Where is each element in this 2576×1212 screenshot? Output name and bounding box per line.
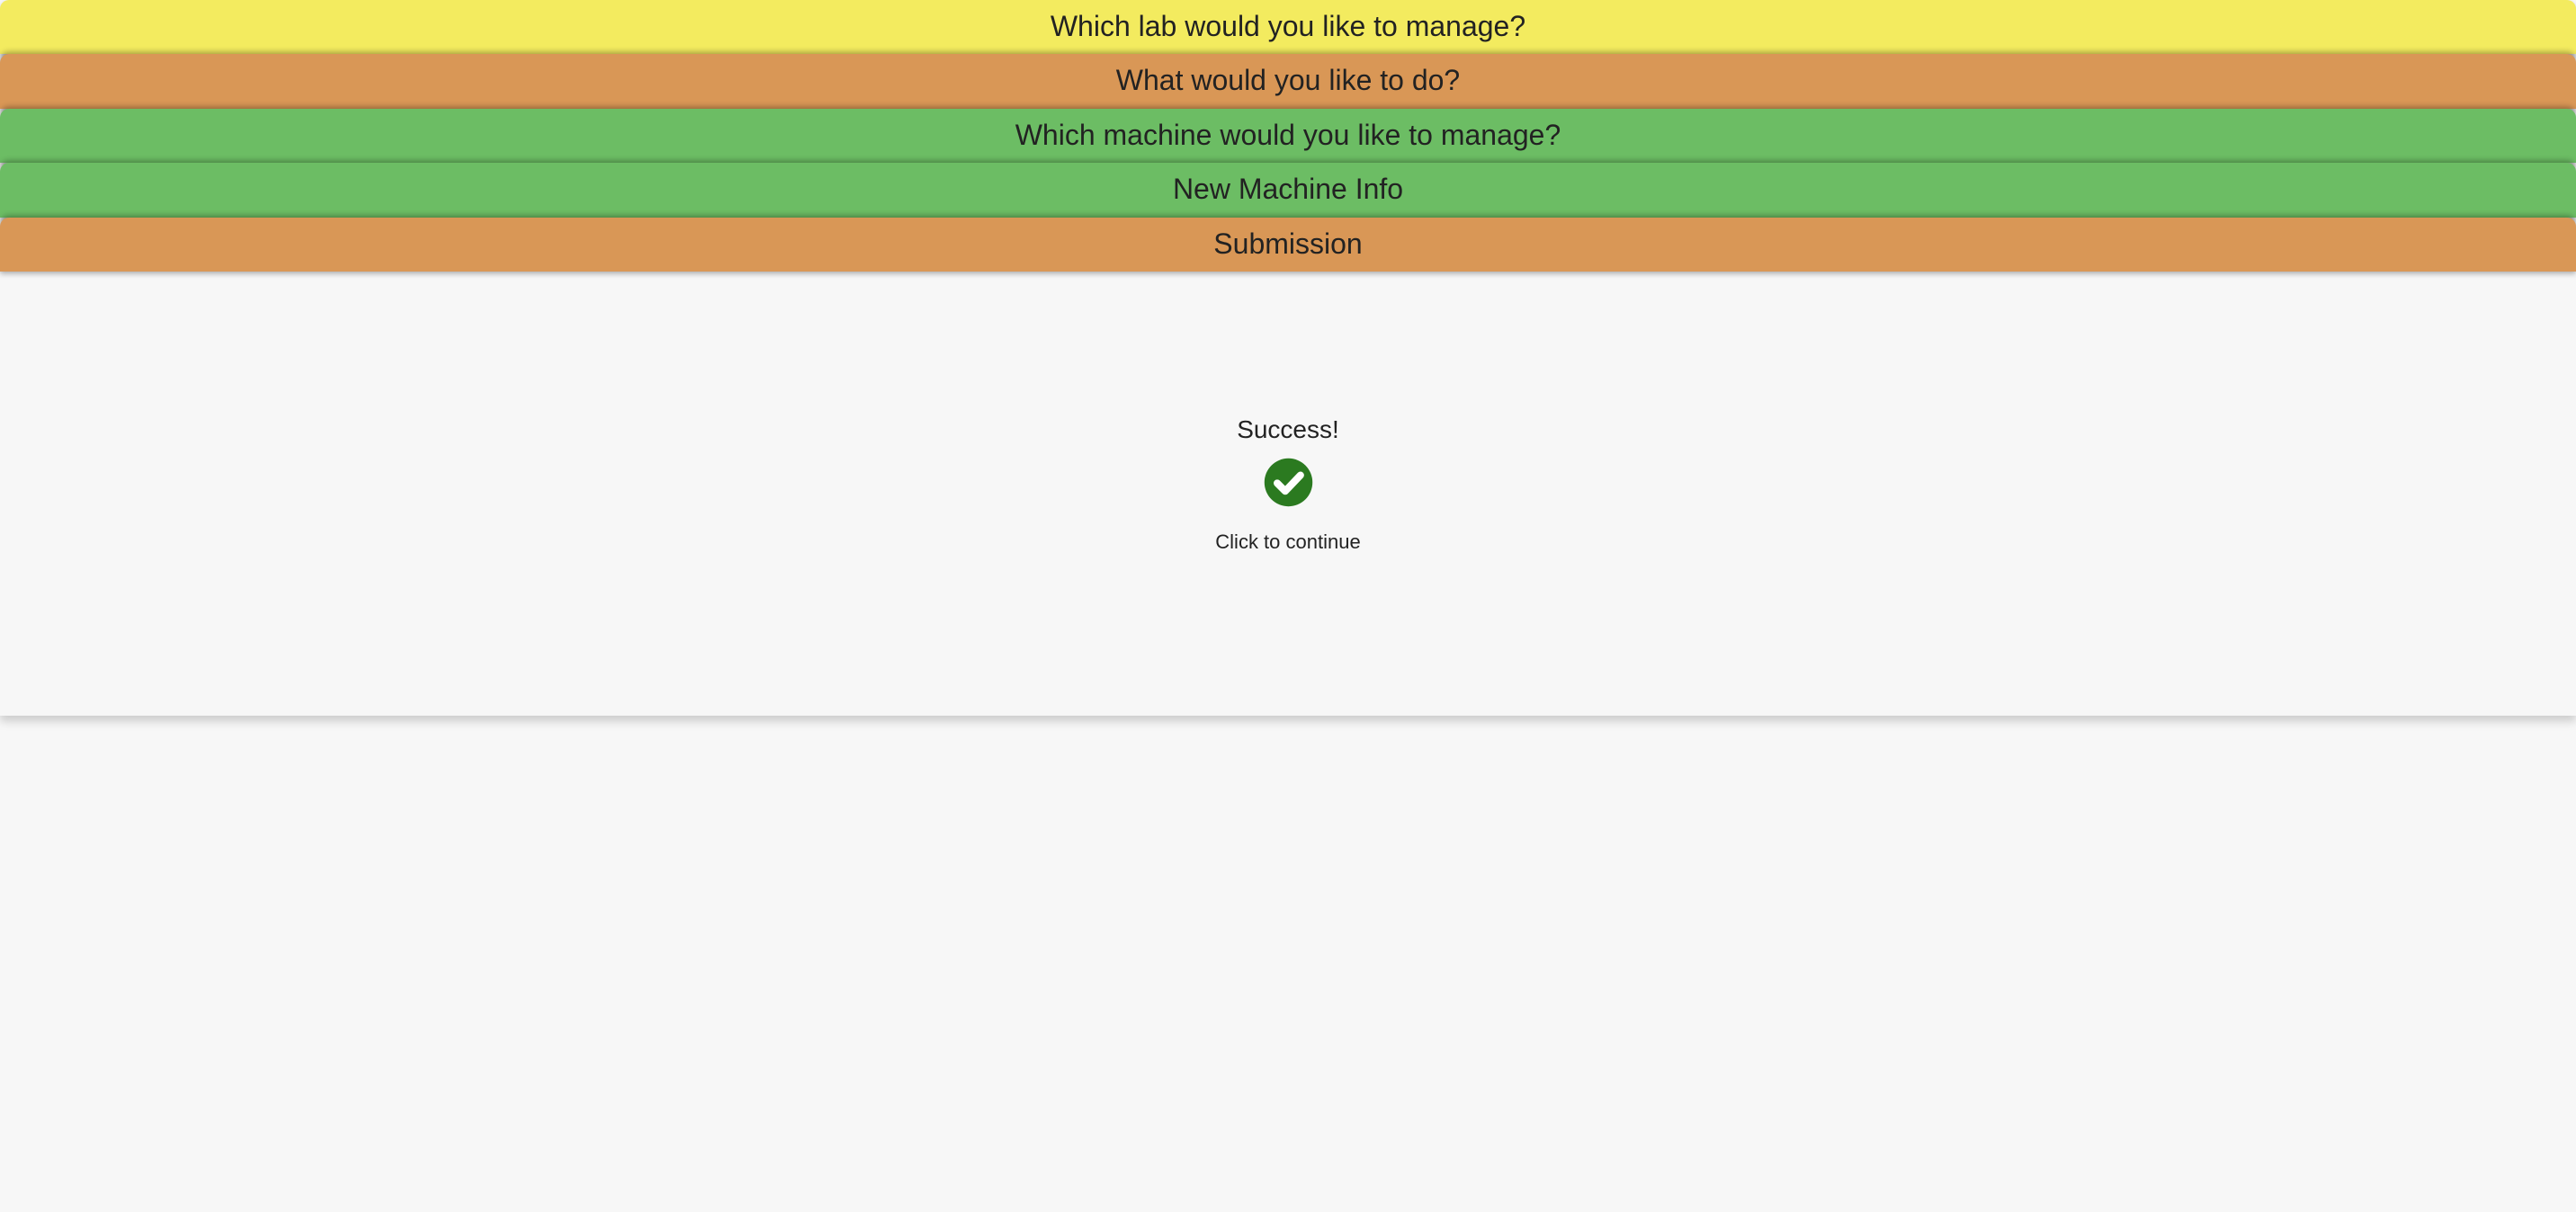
success-check-icon[interactable] <box>1263 457 1314 512</box>
step-bar-new-machine-info[interactable]: New Machine Info <box>0 163 2576 217</box>
step-bar-submission[interactable]: Submission <box>0 218 2576 272</box>
step-bar-action[interactable]: What would you like to do? <box>0 54 2576 108</box>
step-bar-machine[interactable]: Which machine would you like to manage? <box>0 109 2576 163</box>
submission-result-panel: Success! Click to continue <box>0 272 2576 716</box>
continue-prompt: Click to continue <box>0 530 2576 554</box>
check-circle-icon <box>1263 457 1314 508</box>
success-title: Success! <box>0 415 2576 444</box>
step-bar-lab[interactable]: Which lab would you like to manage? <box>0 0 2576 54</box>
